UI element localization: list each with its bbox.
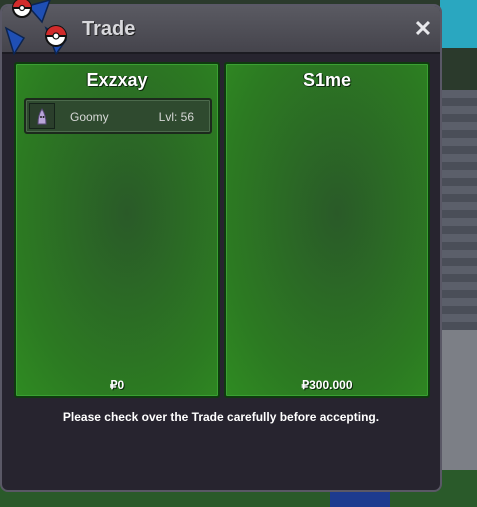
money-amount: ₽0 — [109, 378, 125, 392]
window-title: Trade — [82, 18, 136, 40]
goomy-icon — [29, 103, 55, 129]
pokeball-logo-icon — [4, 0, 68, 56]
item-name: Goomy — [70, 110, 109, 124]
trade-item-slot[interactable]: Goomy Lvl: 56 — [24, 98, 212, 134]
item-level: Lvl: 56 — [158, 110, 194, 124]
my-offer-panel: Exzxay Goomy Lvl: 56 ₽0 — [14, 62, 220, 398]
player-name: S1me — [302, 70, 352, 90]
water-tile — [440, 0, 477, 48]
player-name: Exzxay — [86, 70, 148, 90]
roof-tile — [441, 90, 477, 330]
partner-offer-panel: S1me ₽300.000 — [224, 62, 430, 398]
trade-notice: Please check over the Trade carefully be… — [62, 410, 380, 424]
trade-window: Trade ✕ Exzxay Goomy Lvl: 56 ₽0 S1me ₽30… — [0, 0, 442, 492]
close-icon[interactable]: ✕ — [412, 18, 434, 40]
money-amount: ₽300.000 — [301, 378, 353, 392]
